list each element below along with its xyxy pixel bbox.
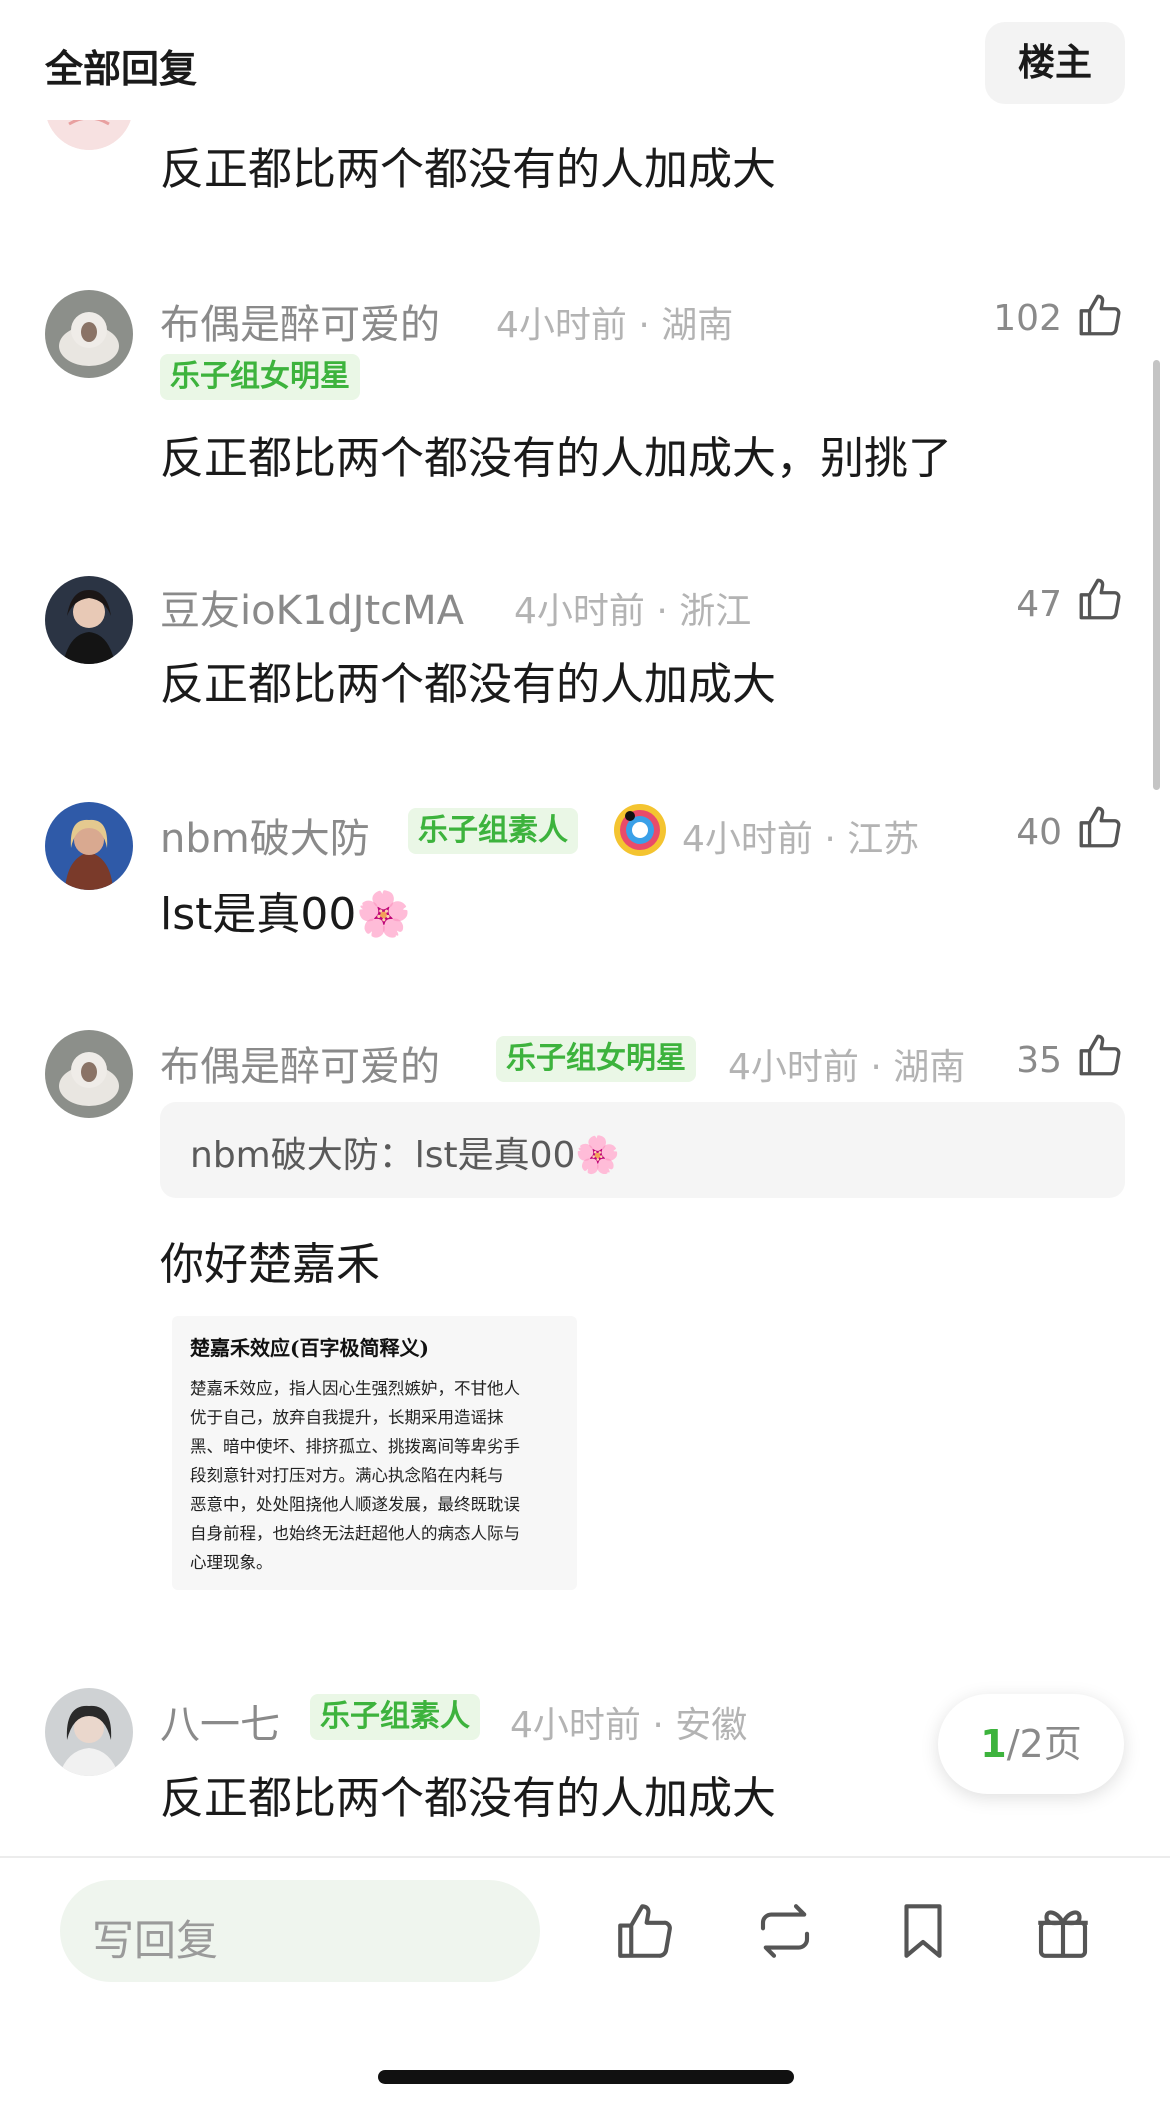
user-badge: 乐子组素人 (408, 808, 578, 854)
quoted-reply[interactable]: nbm破大防：lst是真00🌸 (160, 1102, 1125, 1198)
image-text-line: 恶意中，处处阻挠他人顺遂发展，最终既耽误 (190, 1495, 520, 1514)
image-text-line: 黑、暗中使坏、排挤孤立、挑拨离间等卑劣手 (190, 1437, 520, 1456)
username[interactable]: 布偶是醉可爱的 (160, 1034, 440, 1092)
page-indicator[interactable]: 1/2页 (938, 1694, 1124, 1794)
comment-text: 反正都比两个都没有的人加成大，别挑了 (160, 433, 952, 484)
gift-icon[interactable] (1030, 1898, 1096, 1964)
comment-text: 你好楚嘉禾 (160, 1239, 380, 1290)
repost-icon[interactable] (752, 1898, 818, 1964)
avatar[interactable] (45, 576, 133, 664)
image-title: 楚嘉禾效应(百字极简释义) (190, 1336, 429, 1360)
image-text-line: 楚嘉禾效应，指人因心生强烈嫉妒，不甘他人 (190, 1379, 520, 1398)
attached-image[interactable]: 楚嘉禾效应(百字极简释义) 楚嘉禾效应，指人因心生强烈嫉妒，不甘他人 优于自己，… (172, 1316, 577, 1590)
time-location: 4小时前 · 湖南 (728, 1047, 966, 1088)
reply-input[interactable]: 写回复 (60, 1880, 540, 1982)
comment-text: 反正都比两个都没有的人加成大 (160, 1773, 776, 1824)
comment-text: 反正都比两个都没有的人加成大 (160, 144, 776, 195)
image-text-line: 段刻意针对打压对方。满心执念陷在内耗与 (190, 1466, 504, 1485)
current-page: 1 (980, 1722, 1007, 1766)
like-count: 102 (993, 298, 1062, 339)
image-text-line: 自身前程，也始终无法赶超他人的病态人际与 (190, 1524, 520, 1543)
username[interactable]: 八一七 (160, 1692, 280, 1750)
time-location: 4小时前 · 安徽 (510, 1705, 748, 1746)
time-location: 4小时前 · 湖南 (496, 305, 734, 346)
user-badge: 乐子组女明星 (496, 1036, 696, 1082)
bottom-toolbar: 写回复 (0, 1856, 1170, 2106)
quoted-text: nbm破大防：lst是真00🌸 (190, 1135, 621, 1176)
username[interactable]: 豆友ioK1dJtcMA (160, 578, 464, 636)
user-badge: 乐子组女明星 (160, 354, 360, 400)
reply-placeholder: 写回复 (92, 1916, 219, 1965)
avatar[interactable] (45, 1030, 133, 1118)
total-pages: /2页 (1006, 1722, 1082, 1766)
bookmark-icon[interactable] (890, 1898, 956, 1964)
top-header: 全部回复 楼主 (0, 0, 1170, 120)
scrollbar[interactable] (1153, 360, 1160, 790)
thumbs-up-icon[interactable] (612, 1898, 678, 1964)
like-count: 47 (1016, 584, 1062, 625)
user-badge: 乐子组素人 (310, 1694, 480, 1740)
decorative-badge-icon (612, 802, 668, 858)
comment-text: 反正都比两个都没有的人加成大 (160, 659, 776, 710)
owner-only-button[interactable]: 楼主 (985, 22, 1125, 104)
avatar[interactable] (45, 290, 133, 378)
image-text-line: 心理现象。 (190, 1553, 273, 1572)
image-text-line: 优于自己，放弃自我提升，长期采用造谣抹 (190, 1408, 504, 1427)
time-location: 4小时前 · 浙江 (514, 591, 752, 632)
thumbs-up-icon[interactable] (1075, 290, 1125, 340)
avatar[interactable] (45, 802, 133, 890)
home-indicator[interactable] (378, 2070, 794, 2084)
comment-text: lst是真00🌸 (160, 889, 412, 940)
like-count: 35 (1016, 1040, 1062, 1081)
thumbs-up-icon[interactable] (1075, 802, 1125, 852)
thumbs-up-icon[interactable] (1075, 574, 1125, 624)
username[interactable]: nbm破大防 (160, 806, 370, 864)
page-title: 全部回复 (45, 47, 198, 91)
username[interactable]: 布偶是醉可爱的 (160, 292, 440, 350)
like-count: 40 (1016, 812, 1062, 853)
time-location: 4小时前 · 江苏 (682, 819, 920, 860)
avatar[interactable] (45, 1688, 133, 1776)
image-text: 楚嘉禾效应，指人因心生强烈嫉妒，不甘他人 优于自己，放弃自我提升，长期采用造谣抹… (190, 1374, 562, 1577)
thumbs-up-icon[interactable] (1075, 1030, 1125, 1080)
